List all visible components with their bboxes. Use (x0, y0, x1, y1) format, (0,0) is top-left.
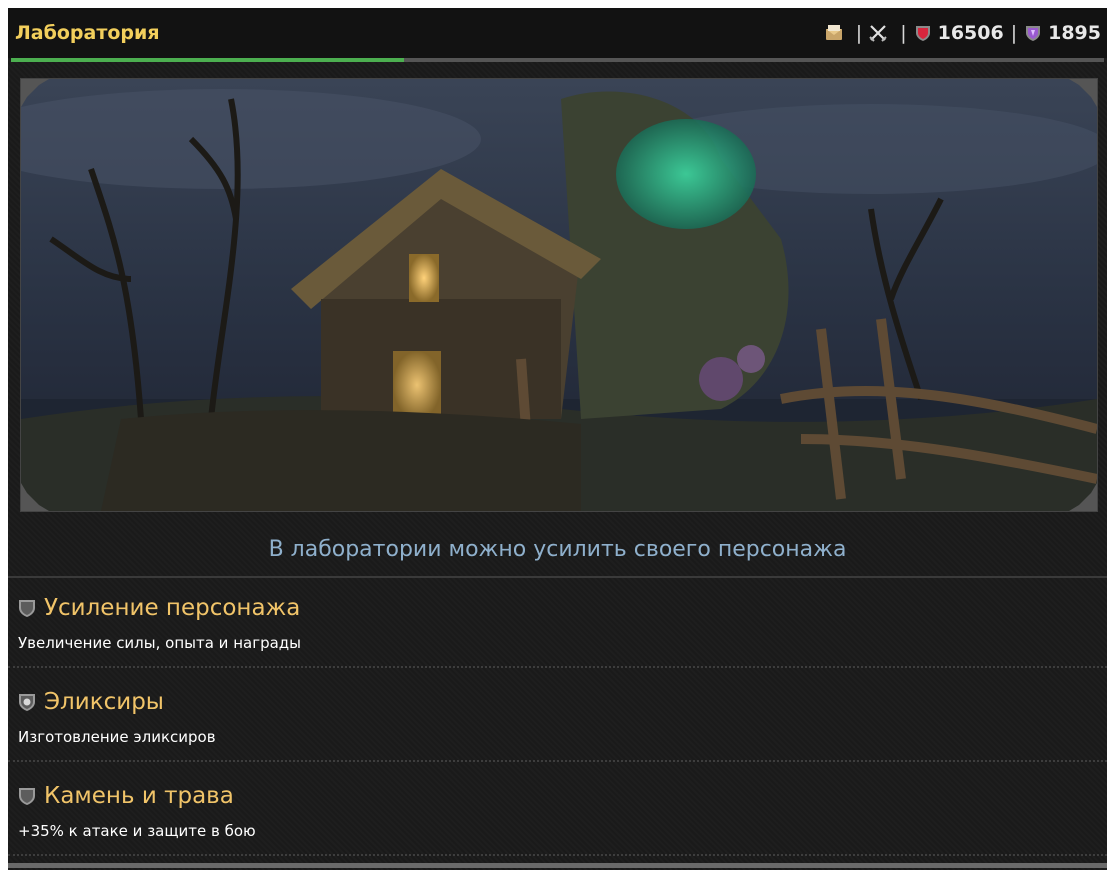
elixir-shield-icon (19, 694, 35, 711)
laboratory-banner-image (20, 78, 1098, 512)
page-title: Лаборатория (15, 22, 160, 44)
corner-ornament (1069, 483, 1097, 511)
menu-item-title[interactable]: Эликсиры (44, 688, 164, 716)
stats-separator: | (1010, 22, 1018, 44)
menu-item-description: Увеличение силы, опыта и награды (18, 634, 302, 652)
menu-item-description: +35% к атаке и защите в бою (18, 822, 256, 840)
menu-item-title[interactable]: Усиление персонажа (44, 594, 300, 622)
subtitle-row: В лаборатории можно усилить своего персо… (8, 520, 1107, 578)
page-subtitle: В лаборатории можно усилить своего персо… (268, 537, 847, 562)
strength-value: 16506 (937, 22, 1004, 44)
stats-separator: | (855, 22, 863, 44)
stats-bar: | | 16506 | 1895 (825, 20, 1101, 46)
shield-icon (19, 600, 35, 617)
mail-icon[interactable] (825, 24, 843, 42)
header-bar: Лаборатория | | 16506 | 1895 (8, 8, 1107, 58)
menu-item-description: Изготовление эликсиров (18, 728, 216, 746)
progress-bar (11, 58, 1104, 62)
menu-item-elixirs[interactable]: Эликсиры Изготовление эликсиров (8, 672, 1107, 762)
purple-gem-icon (1024, 24, 1042, 42)
crossed-swords-icon[interactable] (869, 24, 887, 42)
progress-fill (11, 58, 405, 62)
laboratory-panel: Лаборатория | | 16506 | 1895 В лаборатор… (8, 8, 1107, 870)
menu-item-title[interactable]: Камень и трава (44, 782, 234, 810)
menu-item-character-boost[interactable]: Усиление персонажа Увеличение силы, опыт… (8, 578, 1107, 668)
crystal-value: 1895 (1048, 22, 1101, 44)
stats-separator: | (900, 22, 907, 44)
red-shield-icon (914, 24, 932, 42)
bottom-divider (8, 863, 1107, 868)
corner-ornament (1069, 79, 1097, 107)
corner-ornament (21, 483, 49, 511)
corner-ornament (21, 79, 49, 107)
shield-icon (19, 788, 35, 805)
menu-item-stone-and-herb[interactable]: Камень и трава +35% к атаке и защите в б… (8, 766, 1107, 856)
